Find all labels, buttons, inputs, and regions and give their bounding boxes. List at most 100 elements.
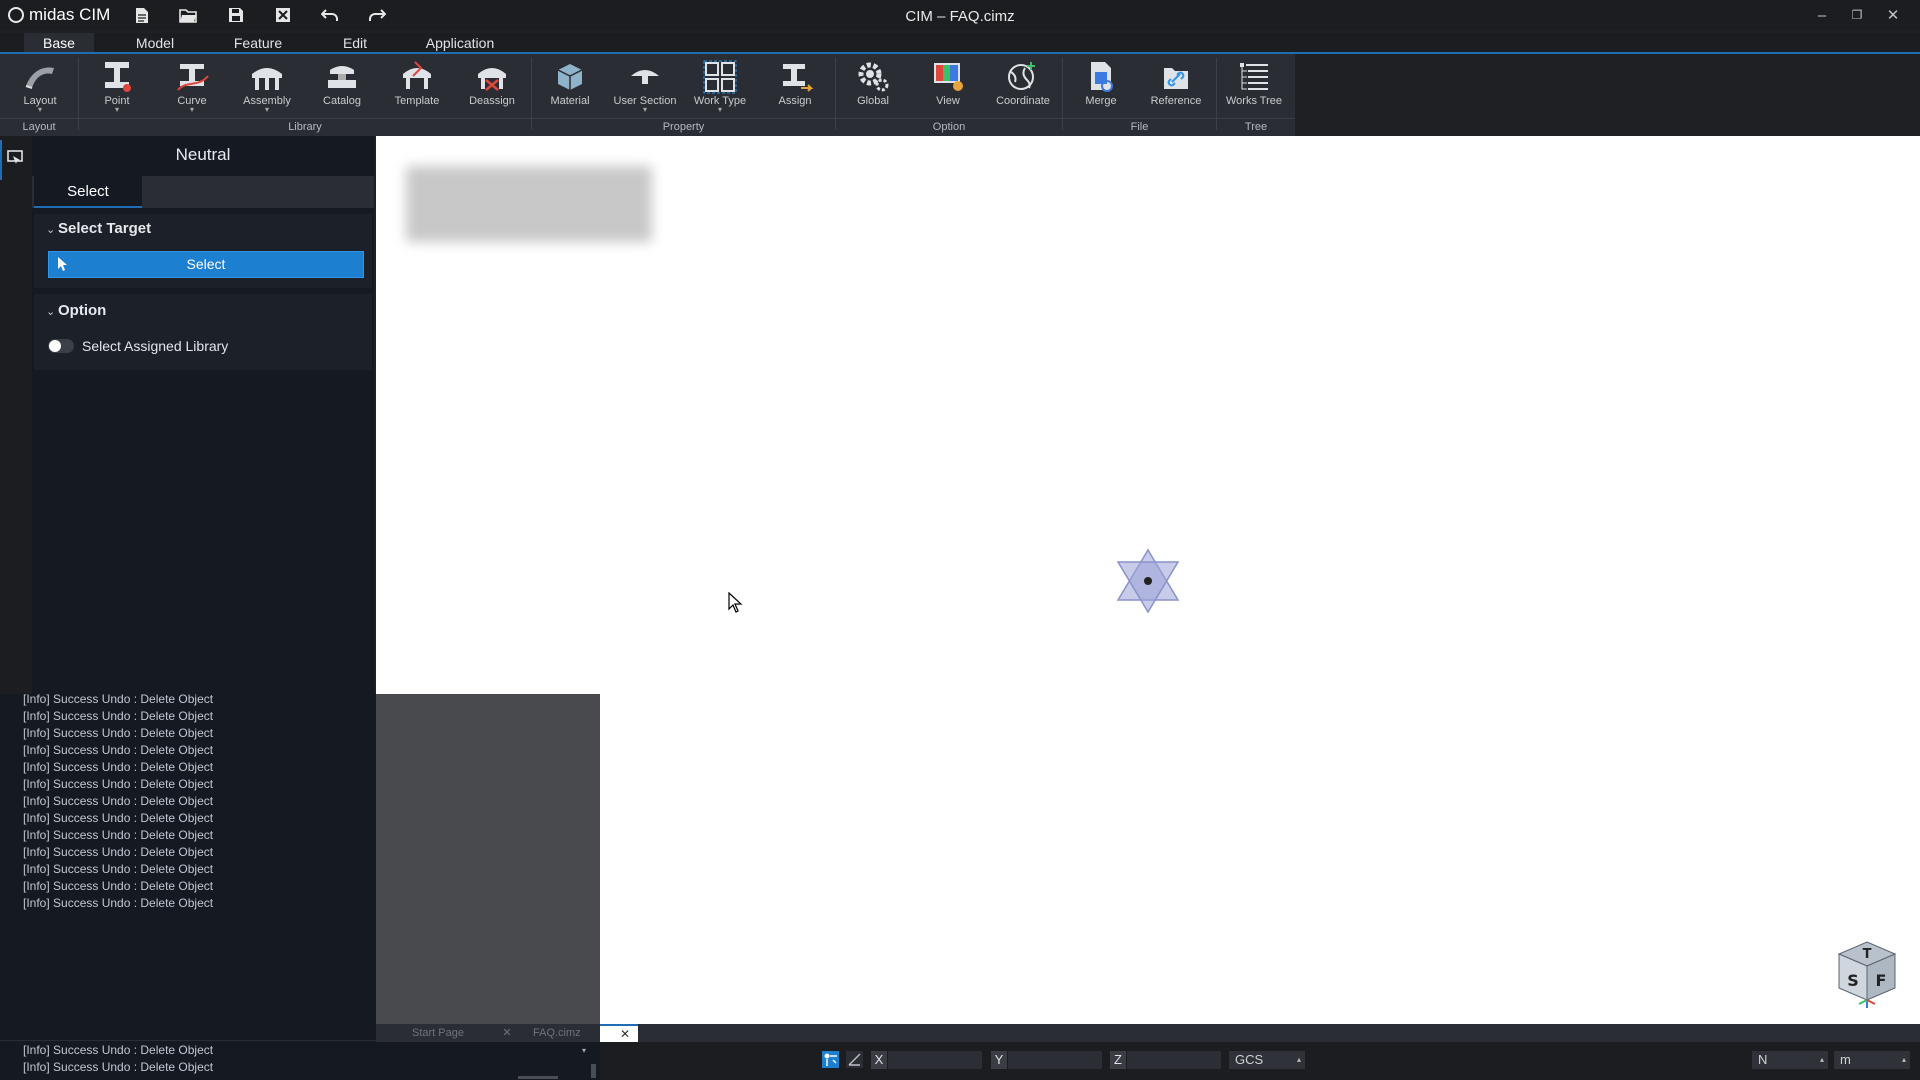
tab-feature[interactable]: Feature bbox=[222, 33, 294, 53]
user-section-icon bbox=[631, 70, 659, 84]
view-cube-top: T bbox=[1863, 947, 1872, 962]
merge-icon bbox=[1091, 62, 1113, 92]
select-button[interactable]: Select bbox=[48, 251, 364, 278]
work-type-button[interactable]: Work Type ▾ bbox=[685, 58, 755, 114]
catalog-label: Catalog bbox=[323, 95, 361, 107]
deassign-label: Deassign bbox=[469, 95, 515, 107]
open-file-button[interactable] bbox=[175, 4, 201, 26]
console-line: [Info] Success Undo : Delete Object bbox=[23, 828, 214, 842]
console-line: [Info] Success Undo : Delete Object bbox=[23, 760, 214, 774]
console-dropdown-icon[interactable]: ▾ bbox=[582, 1046, 592, 1056]
select-target-header[interactable]: ⌄ Select Target bbox=[46, 218, 151, 240]
tab-base[interactable]: Base bbox=[24, 33, 94, 53]
midas-logo-icon bbox=[8, 7, 24, 23]
chevron-down-icon: ⌄ bbox=[46, 306, 56, 318]
catalog-icon bbox=[328, 66, 356, 88]
material-button[interactable]: Material bbox=[535, 58, 605, 114]
undo-button[interactable] bbox=[317, 4, 343, 26]
console-line: [Info] Success Undo : Delete Object bbox=[23, 794, 214, 808]
minimize-button[interactable]: – bbox=[1805, 0, 1839, 30]
length-unit-select[interactable]: m ▴ bbox=[1834, 1051, 1910, 1069]
dropdown-arrow-icon: ▴ bbox=[1296, 1055, 1301, 1064]
deassign-icon bbox=[478, 68, 506, 91]
close-start-page-icon[interactable]: ✕ bbox=[500, 1024, 514, 1042]
reference-label: Reference bbox=[1150, 95, 1202, 107]
save-button[interactable] bbox=[223, 4, 249, 26]
reference-button[interactable]: Reference bbox=[1141, 58, 1211, 114]
console-line: [Info] Success Undo : Delete Object bbox=[23, 879, 214, 893]
restore-icon: ❐ bbox=[1851, 8, 1863, 22]
view-button[interactable]: View bbox=[913, 58, 983, 114]
console-line: [Info] Success Undo : Delete Object bbox=[23, 709, 214, 723]
curve-button[interactable]: Curve ▾ bbox=[157, 58, 227, 114]
length-unit-value: m bbox=[1840, 1052, 1851, 1067]
pivot-star-icon bbox=[1116, 548, 1180, 614]
template-button[interactable]: Template bbox=[382, 58, 452, 114]
view-icon bbox=[934, 63, 963, 91]
tab-model[interactable]: Model bbox=[120, 33, 190, 53]
tab-edit[interactable]: Edit bbox=[325, 33, 385, 53]
group-label-file: File bbox=[1063, 118, 1216, 135]
app-brand: midas CIM bbox=[29, 5, 111, 24]
tab-select[interactable]: Select bbox=[34, 176, 142, 208]
force-unit-select[interactable]: N ▴ bbox=[1752, 1051, 1828, 1069]
coordinate-button[interactable]: Coordinate bbox=[988, 58, 1058, 114]
close-file-button[interactable] bbox=[270, 4, 296, 26]
merge-button[interactable]: Merge bbox=[1066, 58, 1136, 114]
blurred-overlay bbox=[406, 166, 652, 242]
view-cube-side: S bbox=[1847, 971, 1859, 990]
redo-button[interactable] bbox=[364, 4, 390, 26]
template-icon bbox=[403, 61, 431, 89]
gear-icon bbox=[858, 62, 889, 92]
tab-faq-cimz[interactable]: FAQ.cimz bbox=[533, 1024, 581, 1042]
works-tree-button[interactable]: Works Tree bbox=[1219, 58, 1289, 114]
close-active-tab-icon[interactable]: ✕ bbox=[618, 1025, 632, 1043]
layout-button[interactable]: Layout ▾ bbox=[5, 58, 75, 114]
view-cube-front: F bbox=[1876, 971, 1887, 990]
console-line: [Info] Success Undo : Delete Object bbox=[23, 896, 214, 910]
dropdown-arrow-icon: ▾ bbox=[189, 105, 194, 114]
assign-button[interactable]: Assign bbox=[760, 58, 830, 114]
close-window-button[interactable]: ✕ bbox=[1876, 0, 1910, 30]
open-folder-icon bbox=[179, 8, 197, 23]
tab-start-page[interactable]: Start Page bbox=[412, 1024, 464, 1042]
console-scrollbar[interactable] bbox=[591, 1064, 596, 1078]
deassign-button[interactable]: Deassign bbox=[457, 58, 527, 114]
dropdown-arrow-icon: ▾ bbox=[264, 105, 269, 114]
catalog-button[interactable]: Catalog bbox=[307, 58, 377, 114]
console-line: [Info] Success Undo : Delete Object bbox=[23, 811, 214, 825]
select-button-label: Select bbox=[186, 256, 226, 272]
select-target-title: Select Target bbox=[58, 220, 152, 237]
dropdown-arrow-icon: ▾ bbox=[642, 105, 647, 114]
pivot-gizmo[interactable] bbox=[1112, 548, 1184, 614]
work-type-icon bbox=[703, 60, 737, 94]
point-button[interactable]: Point ▾ bbox=[82, 58, 152, 114]
undo-icon bbox=[321, 9, 338, 21]
snap-toggle-button[interactable] bbox=[822, 1051, 839, 1068]
tree-icon bbox=[1240, 63, 1268, 90]
group-label-tree: Tree bbox=[1217, 118, 1295, 135]
assembly-button[interactable]: Assembly ▾ bbox=[232, 58, 302, 114]
neutral-panel-toggle[interactable] bbox=[6, 148, 24, 166]
console-line: [Info] Success Undo : Delete Object bbox=[23, 726, 214, 740]
side-toolbar bbox=[0, 136, 32, 694]
coordinate-system-select[interactable]: GCS ▴ bbox=[1229, 1051, 1305, 1069]
toggle-knob bbox=[49, 340, 61, 352]
console-line: [Info] Success Undo : Delete Object bbox=[23, 845, 214, 859]
y-coordinate-input[interactable] bbox=[1008, 1051, 1102, 1069]
x-coordinate-input[interactable] bbox=[888, 1051, 982, 1069]
new-file-button[interactable] bbox=[129, 4, 155, 26]
console-horizontal-scrollbar[interactable] bbox=[518, 1076, 558, 1079]
point-icon bbox=[105, 62, 131, 92]
view-cube[interactable]: T S F bbox=[1835, 938, 1899, 1010]
global-button[interactable]: Global bbox=[838, 58, 908, 114]
option-header[interactable]: ⌄ Option bbox=[46, 300, 106, 322]
arrow-cursor-icon bbox=[728, 591, 743, 613]
group-label-option: Option bbox=[836, 118, 1062, 135]
tab-application[interactable]: Application bbox=[414, 33, 506, 53]
restore-button[interactable]: ❐ bbox=[1840, 0, 1874, 30]
angle-toggle-button[interactable] bbox=[846, 1051, 863, 1068]
z-coordinate-input[interactable] bbox=[1127, 1051, 1221, 1069]
user-section-button[interactable]: User Section ▾ bbox=[610, 58, 680, 114]
assign-icon bbox=[783, 64, 813, 92]
